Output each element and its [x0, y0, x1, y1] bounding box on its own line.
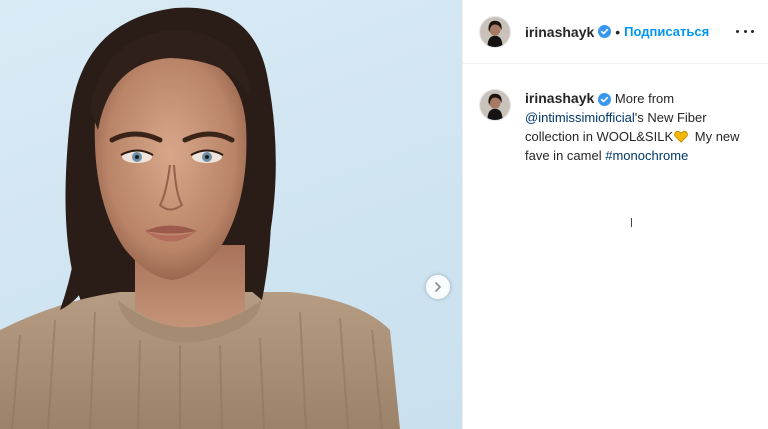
avatar[interactable]	[479, 15, 511, 48]
post-media[interactable]	[0, 0, 462, 429]
post-photo	[0, 7, 400, 429]
caption-text-before: More from	[614, 91, 675, 106]
avatar-image	[480, 16, 510, 47]
verified-badge-icon	[598, 93, 612, 107]
chevron-right-icon	[435, 282, 441, 292]
post-sidebar: irinashayk • Подписаться irinashayk More…	[462, 0, 768, 429]
more-options-icon[interactable]	[736, 22, 754, 40]
instagram-post: irinashayk • Подписаться irinashayk More…	[0, 0, 768, 429]
caption-username[interactable]: irinashayk	[525, 90, 594, 106]
post-caption: irinashayk More from @intimissimiofficia…	[479, 89, 759, 165]
avatar-image	[480, 90, 510, 120]
caption-avatar[interactable]	[479, 89, 511, 121]
caption-mention-link[interactable]: @intimissimiofficial	[525, 110, 635, 125]
post-header: irinashayk • Подписаться	[463, 0, 768, 64]
header-username[interactable]: irinashayk	[525, 24, 594, 40]
verified-badge-icon	[598, 25, 612, 38]
follow-button[interactable]: Подписаться	[624, 24, 709, 39]
caption-text: irinashayk More from @intimissimiofficia…	[525, 89, 757, 165]
separator-dot: •	[615, 23, 621, 40]
next-slide-button[interactable]	[426, 275, 450, 299]
yellow-heart-icon	[674, 129, 688, 143]
caption-hashtag-link[interactable]: #monochrome	[605, 148, 688, 163]
text-cursor	[631, 218, 632, 227]
